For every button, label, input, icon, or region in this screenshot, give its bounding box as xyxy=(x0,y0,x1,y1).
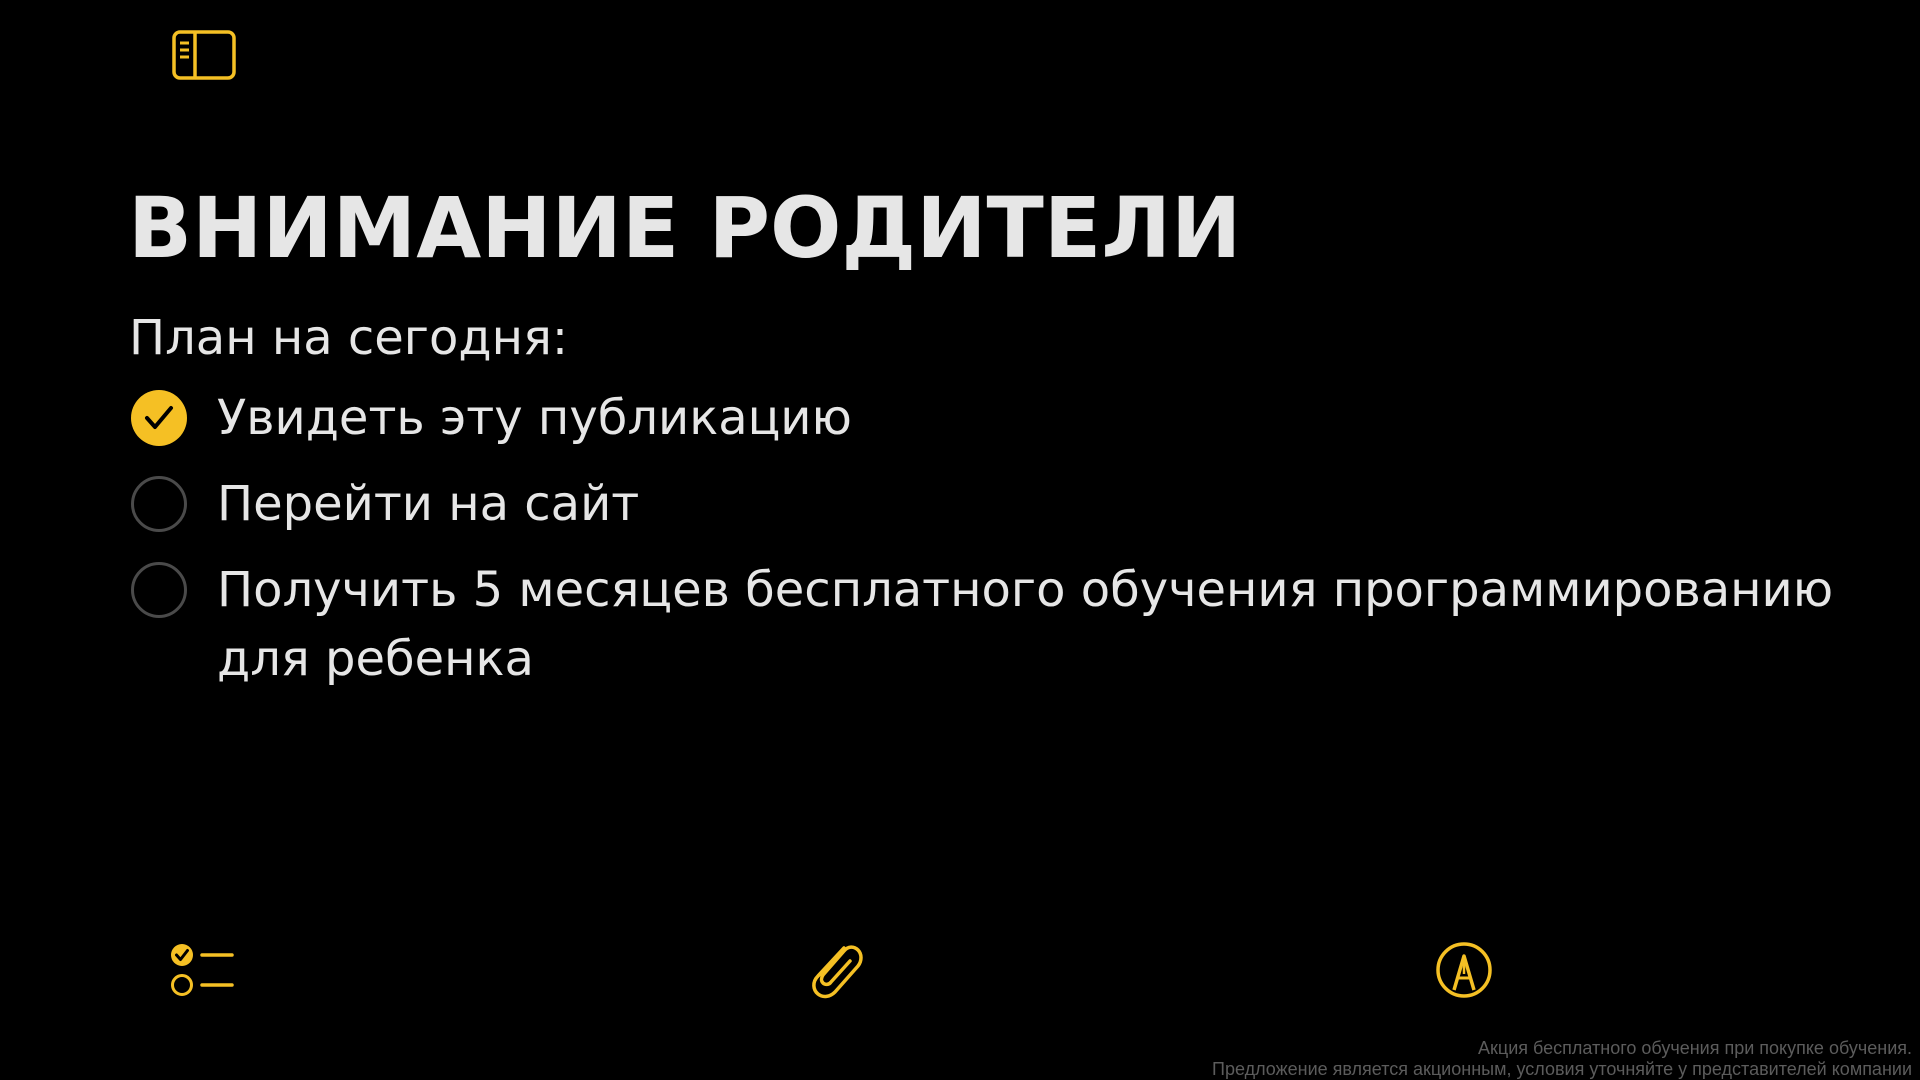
note-title[interactable]: ВНИМАНИЕ РОДИТЕЛИ xyxy=(128,178,1241,278)
checklist-item-label[interactable]: Увидеть эту публикацию xyxy=(217,390,852,446)
disclaimer-line-2: Предложение является акционным, условия … xyxy=(1212,1059,1912,1079)
disclaimer: Акция бесплатного обучения при покупке о… xyxy=(1212,1038,1912,1080)
checklist-item: Увидеть эту публикацию xyxy=(129,384,1849,453)
checkmark-icon xyxy=(145,406,173,429)
checked-circle-icon[interactable] xyxy=(131,390,187,446)
checklist-button[interactable] xyxy=(168,940,238,1000)
disclaimer-line-1: Акция бесплатного обучения при покупке о… xyxy=(1478,1038,1912,1058)
sidebar-toggle-button[interactable] xyxy=(171,29,237,81)
markup-pen-icon xyxy=(1436,942,1492,998)
checklist-item: Перейти на сайт xyxy=(129,470,1849,539)
note-subtitle[interactable]: План на сегодня: xyxy=(129,308,568,368)
checklist-item-label[interactable]: Перейти на сайт xyxy=(217,476,639,532)
checklist-item: Получить 5 месяцев бесплатного обучения … xyxy=(129,556,1849,694)
sidebar-toggle-icon xyxy=(172,30,236,80)
paperclip-icon xyxy=(812,945,863,999)
attach-button[interactable] xyxy=(806,938,866,1002)
checklist-item-label[interactable]: Получить 5 месяцев бесплатного обучения … xyxy=(217,562,1833,687)
markup-button[interactable] xyxy=(1434,940,1494,1000)
checklist: Увидеть эту публикацию Перейти на сайт П… xyxy=(129,384,1849,711)
unchecked-circle-icon[interactable] xyxy=(131,562,187,618)
checklist-icon xyxy=(171,944,234,996)
unchecked-circle-icon[interactable] xyxy=(131,476,187,532)
